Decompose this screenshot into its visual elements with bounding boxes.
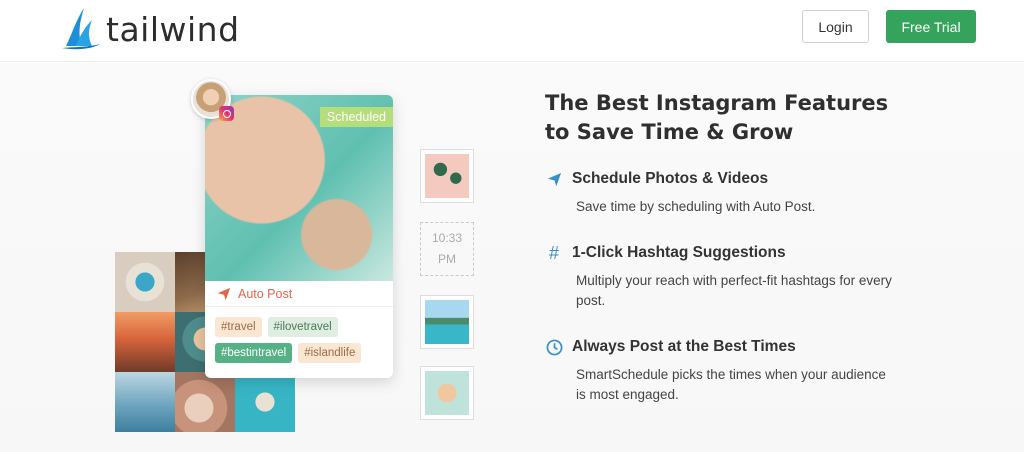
feature-title-row: Schedule Photos & Videos [545, 170, 905, 188]
feature-title: Always Post at the Best Times [572, 338, 796, 355]
thumbnail-image [425, 154, 469, 198]
feature-schedule: Schedule Photos & Videos Save time by sc… [545, 170, 905, 217]
thumbnail-palm-trees [420, 149, 474, 203]
paper-plane-icon [217, 287, 231, 300]
feature-description: Save time by scheduling with Auto Post. [576, 199, 816, 214]
auto-post-label: Auto Post [238, 286, 293, 301]
login-button[interactable]: Login [802, 10, 869, 43]
thumbnail-image [425, 371, 469, 415]
grid-photo [175, 372, 235, 432]
hashtag-icon: # [548, 242, 559, 263]
site-header: tailwind Login Free Trial [0, 0, 1024, 62]
hashtag-list: #travel #ilovetravel #bestintravel #isla… [215, 317, 390, 363]
time-slot-period: PM [438, 252, 456, 266]
feature-description: Multiply your reach with perfect-fit has… [576, 273, 892, 308]
feature-title: Schedule Photos & Videos [572, 170, 769, 187]
headline-line-1: The Best Instagram Features [545, 91, 889, 115]
clock-icon [545, 338, 563, 356]
thumbnail-beach [420, 295, 474, 349]
logo-text: tailwind [106, 9, 240, 49]
feature-title-row: Always Post at the Best Times [545, 338, 905, 356]
hero-headline: The Best Instagram Features to Save Time… [545, 89, 925, 147]
grid-photo [235, 372, 295, 432]
grid-photo [115, 372, 175, 432]
feature-hashtags: # 1-Click Hashtag Suggestions Multiply y… [545, 242, 905, 311]
tailwind-logo[interactable]: tailwind [62, 6, 240, 50]
feature-description: SmartSchedule picks the times when your … [576, 367, 886, 402]
instagram-icon [219, 106, 234, 121]
paper-plane-icon [545, 170, 563, 188]
headline-line-2: to Save Time & Grow [545, 120, 794, 144]
feature-title-row: # 1-Click Hashtag Suggestions [545, 242, 905, 263]
tailwind-logo-icon [62, 8, 100, 50]
grid-photo [115, 252, 175, 312]
hashtag-chip: #travel [215, 317, 262, 337]
hashtag-chip: #islandlife [298, 343, 362, 363]
hashtag-chip: #bestintravel [215, 343, 293, 363]
feature-title: 1-Click Hashtag Suggestions [572, 244, 786, 261]
time-slot-time: 10:33 [431, 231, 463, 245]
thumbnail-drink [420, 366, 474, 420]
free-trial-button[interactable]: Free Trial [886, 10, 976, 43]
scheduled-post-card: Scheduled Auto Post #travel #ilovetravel… [205, 95, 393, 378]
grid-photo [115, 312, 175, 372]
feature-best-times: Always Post at the Best Times SmartSched… [545, 338, 905, 405]
time-slot: 10:33 PM [420, 222, 474, 276]
hashtag-chip: #ilovetravel [267, 317, 338, 337]
thumbnail-image [425, 300, 469, 344]
auto-post-row: Auto Post [205, 281, 393, 307]
scheduled-badge: Scheduled [319, 107, 393, 127]
